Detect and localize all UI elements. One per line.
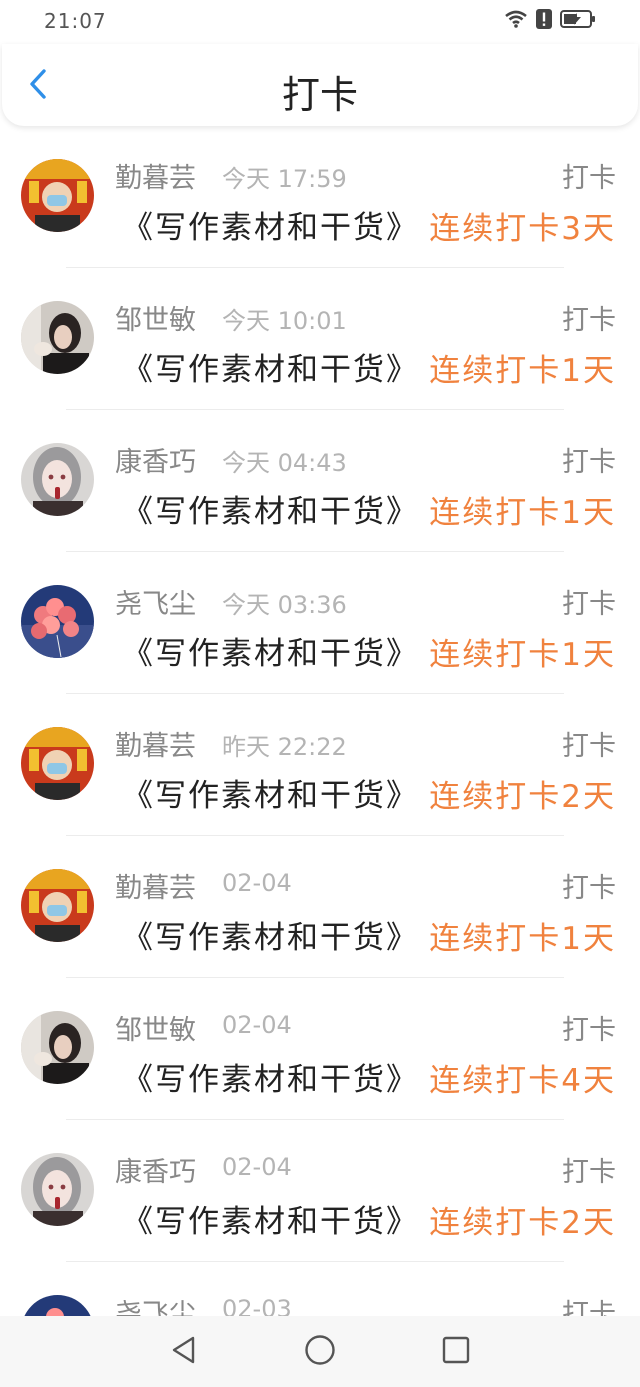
checkin-tag: 打卡 [562, 305, 616, 336]
avatar[interactable] [21, 585, 94, 658]
course-title[interactable]: 《写作素材和干货》 [122, 486, 419, 531]
avatar[interactable] [21, 159, 94, 232]
avatar-4-image [21, 1295, 94, 1316]
checkin-time: 02-04 [222, 1011, 292, 1039]
home-circle-icon [304, 1334, 336, 1370]
list-item[interactable]: 勤暮芸 02-04 打卡 《写作素材和干货》 连续打卡1天 [0, 836, 640, 978]
checkin-time: 今天 03:36 [222, 591, 347, 619]
checkin-tag: 打卡 [562, 447, 616, 478]
system-nav-bar [0, 1316, 640, 1387]
streak-label: 连续打卡1天 [429, 637, 616, 673]
user-name: 邹世敏 [115, 1015, 196, 1046]
status-time: 21:07 [44, 9, 107, 33]
avatar-1-image [21, 727, 94, 800]
streak-label: 连续打卡1天 [429, 353, 616, 389]
avatar[interactable] [21, 1295, 94, 1316]
course-title[interactable]: 《写作素材和干货》 [122, 202, 419, 247]
checkin-tag: 打卡 [562, 1015, 616, 1046]
status-bar: 21:07 [0, 0, 640, 44]
checkin-tag: 打卡 [562, 1299, 616, 1316]
avatar[interactable] [21, 869, 94, 942]
header-bar: 打卡 [2, 44, 638, 126]
avatar[interactable] [21, 443, 94, 516]
course-title[interactable]: 《写作素材和干货》 [122, 912, 419, 957]
checkin-time: 02-04 [222, 869, 292, 897]
wifi-icon [504, 9, 528, 33]
screen: 21:07 打卡 勤暮芸 今天 17:59 打卡 《写作素材和干货》 连续打卡3… [0, 0, 640, 1387]
list-item[interactable]: 尧飞尘 今天 03:36 打卡 《写作素材和干货》 连续打卡1天 [0, 552, 640, 694]
avatar[interactable] [21, 301, 94, 374]
list-item[interactable]: 勤暮芸 昨天 22:22 打卡 《写作素材和干货》 连续打卡2天 [0, 694, 640, 836]
page-title: 打卡 [281, 73, 358, 117]
avatar-3-image [21, 443, 94, 516]
list-item[interactable]: 邹世敏 今天 10:01 打卡 《写作素材和干货》 连续打卡1天 [0, 268, 640, 410]
avatar-2-image [21, 301, 94, 374]
checkin-tag: 打卡 [562, 589, 616, 620]
nav-back-button[interactable] [164, 1332, 204, 1372]
avatar-1-image [21, 159, 94, 232]
avatar-3-image [21, 1153, 94, 1226]
avatar[interactable] [21, 1011, 94, 1084]
recents-square-icon [441, 1335, 471, 1369]
alert-icon [536, 9, 552, 33]
list-item[interactable]: 勤暮芸 今天 17:59 打卡 《写作素材和干货》 连续打卡3天 [0, 126, 640, 268]
checkin-time: 02-04 [222, 1153, 292, 1181]
checkin-time: 今天 04:43 [222, 449, 347, 477]
course-title[interactable]: 《写作素材和干货》 [122, 628, 419, 673]
streak-label: 连续打卡1天 [429, 921, 616, 957]
avatar[interactable] [21, 727, 94, 800]
avatar-4-image [21, 585, 94, 658]
streak-label: 连续打卡3天 [429, 211, 616, 247]
checkin-time: 02-03 [222, 1295, 292, 1316]
user-name: 邹世敏 [115, 305, 196, 336]
checkin-tag: 打卡 [562, 163, 616, 194]
checkin-time: 今天 17:59 [222, 165, 347, 193]
status-icons [504, 9, 596, 33]
course-title[interactable]: 《写作素材和干货》 [122, 1196, 419, 1241]
checkin-time: 今天 10:01 [222, 307, 347, 335]
course-title[interactable]: 《写作素材和干货》 [122, 1054, 419, 1099]
checkin-tag: 打卡 [562, 731, 616, 762]
back-triangle-icon [170, 1335, 198, 1369]
streak-label: 连续打卡4天 [429, 1063, 616, 1099]
streak-label: 连续打卡1天 [429, 495, 616, 531]
user-name: 康香巧 [115, 447, 196, 478]
list-item[interactable]: 邹世敏 02-04 打卡 《写作素材和干货》 连续打卡4天 [0, 978, 640, 1120]
course-title[interactable]: 《写作素材和干货》 [122, 770, 419, 815]
avatar[interactable] [21, 1153, 94, 1226]
battery-charging-icon [560, 9, 596, 33]
avatar-2-image [21, 1011, 94, 1084]
checkin-list: 勤暮芸 今天 17:59 打卡 《写作素材和干货》 连续打卡3天 邹世敏 今天 … [0, 126, 640, 1316]
avatar-1-image [21, 869, 94, 942]
streak-label: 连续打卡2天 [429, 779, 616, 815]
checkin-tag: 打卡 [562, 1157, 616, 1188]
user-name: 勤暮芸 [115, 163, 196, 194]
user-name: 尧飞尘 [115, 1299, 196, 1316]
user-name: 勤暮芸 [115, 731, 196, 762]
list-item[interactable]: 康香巧 02-04 打卡 《写作素材和干货》 连续打卡2天 [0, 1120, 640, 1262]
nav-recents-button[interactable] [436, 1332, 476, 1372]
course-title[interactable]: 《写作素材和干货》 [122, 344, 419, 389]
user-name: 尧飞尘 [115, 589, 196, 620]
list-item[interactable]: 尧飞尘 02-03 打卡 [0, 1262, 640, 1316]
list-item[interactable]: 康香巧 今天 04:43 打卡 《写作素材和干货》 连续打卡1天 [0, 410, 640, 552]
streak-label: 连续打卡2天 [429, 1205, 616, 1241]
user-name: 勤暮芸 [115, 873, 196, 904]
checkin-time: 昨天 22:22 [222, 733, 347, 761]
checkin-tag: 打卡 [562, 873, 616, 904]
nav-home-button[interactable] [300, 1332, 340, 1372]
user-name: 康香巧 [115, 1157, 196, 1188]
